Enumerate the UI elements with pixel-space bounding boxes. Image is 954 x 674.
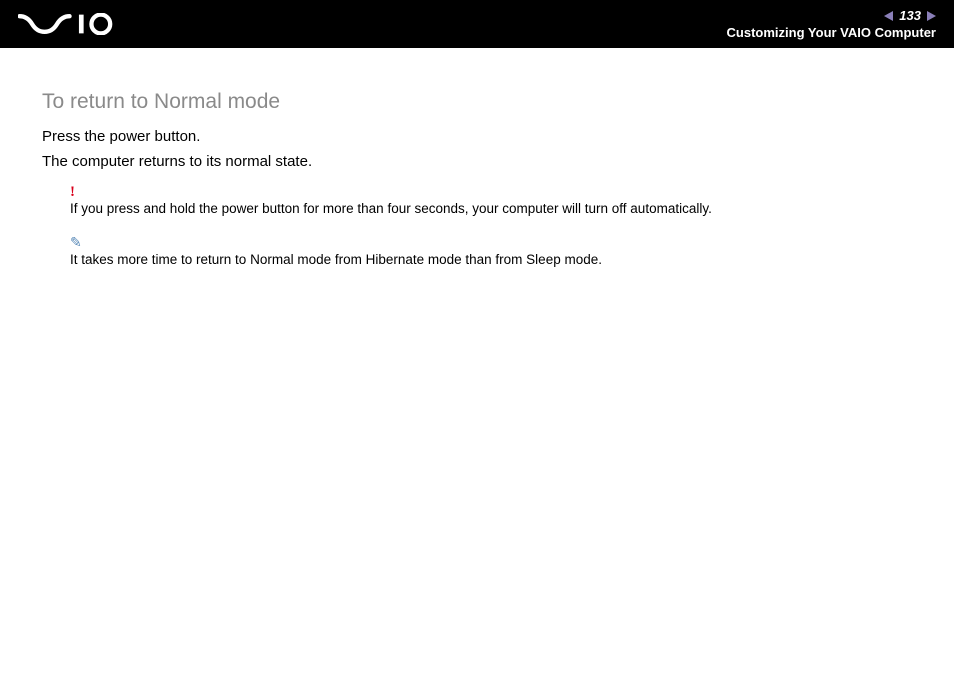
warning-text: If you press and hold the power button f… xyxy=(70,201,954,216)
body-paragraph-1: Press the power button. xyxy=(42,128,954,145)
content-heading: To return to Normal mode xyxy=(42,90,954,114)
exclamation-icon: ! xyxy=(70,184,954,201)
warning-note: ! If you press and hold the power button… xyxy=(70,184,954,216)
page-number: 133 xyxy=(899,8,921,23)
info-text: It takes more time to return to Normal m… xyxy=(70,252,954,267)
vaio-logo xyxy=(18,13,143,35)
pencil-icon: ✎ xyxy=(70,234,954,251)
header-right: 133 Customizing Your VAIO Computer xyxy=(727,8,936,40)
section-title: Customizing Your VAIO Computer xyxy=(727,25,936,40)
vaio-logo-svg xyxy=(18,13,143,35)
next-page-arrow-icon[interactable] xyxy=(927,11,936,21)
prev-page-arrow-icon[interactable] xyxy=(884,11,893,21)
page-content: To return to Normal mode Press the power… xyxy=(0,48,954,267)
body-paragraph-2: The computer returns to its normal state… xyxy=(42,153,954,170)
info-note: ✎ It takes more time to return to Normal… xyxy=(70,234,954,267)
page-navigation: 133 xyxy=(884,8,936,23)
page-header: 133 Customizing Your VAIO Computer xyxy=(0,0,954,48)
